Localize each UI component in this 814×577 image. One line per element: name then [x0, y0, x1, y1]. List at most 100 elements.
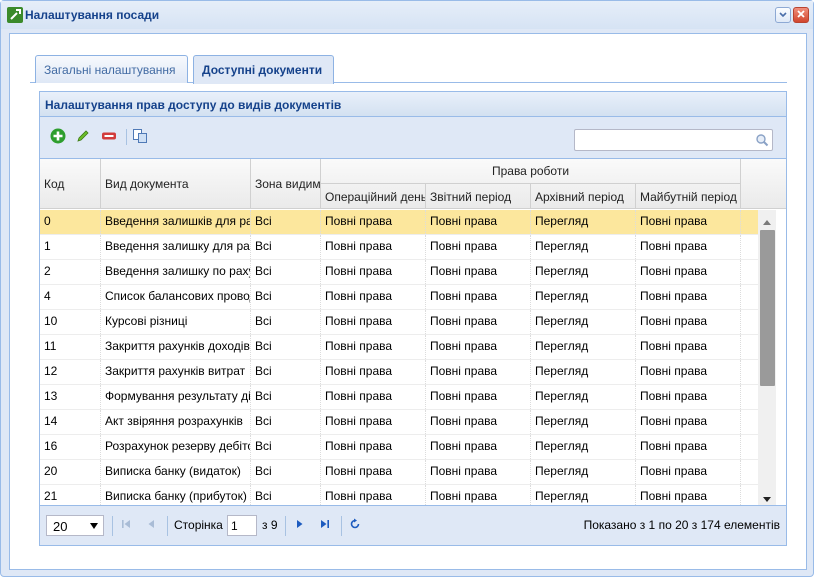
table-row[interactable]: 13Формування результату діяльностіВсіПов…: [40, 385, 758, 410]
cell-code: 1: [40, 235, 101, 259]
table-row[interactable]: 0Введення залишків для рахунківВсіПовні …: [40, 210, 758, 235]
edit-icon: [75, 128, 91, 147]
cell-operational: Повні права: [321, 410, 426, 434]
tab-general-settings[interactable]: Загальні налаштування: [35, 55, 188, 83]
cell-reporting: Повні права: [426, 210, 531, 234]
last-page-button[interactable]: [318, 518, 332, 532]
cell-archive: Перегляд: [531, 410, 636, 434]
scrollbar-thumb[interactable]: [760, 230, 775, 386]
table-row[interactable]: 16Розрахунок резерву дебіторівВсіПовні п…: [40, 435, 758, 460]
refresh-icon: [349, 518, 361, 533]
table-row[interactable]: 10 Курсові різниці Всі Повні права Повні пра…: [40, 310, 758, 335]
cell-code: 13: [40, 385, 101, 409]
table-row[interactable]: 20 Виписка банку (видаток) Всі Повні права П…: [40, 460, 758, 485]
page-size-select[interactable]: 20: [46, 515, 104, 536]
copy-icon: [132, 128, 148, 147]
table-row[interactable]: 4Список балансових проводокВсіПовні прав…: [40, 285, 758, 310]
cell-doc-type: Курсові різниці: [101, 310, 251, 334]
rights-group-header: Права роботи: [321, 159, 741, 184]
cell-doc-type: Введення залишку для рахунку: [101, 235, 251, 259]
col-reporting-header[interactable]: Звітний період: [426, 184, 531, 209]
cell-archive: Перегляд: [531, 235, 636, 259]
table-row[interactable]: 1Введення залишку для рахункуВсі Повні пр…: [40, 235, 758, 260]
pager-separator: [112, 516, 113, 536]
cell-operational: Повні права: [321, 310, 426, 334]
scroll-down-icon[interactable]: [762, 493, 772, 502]
cell-doc-type: Акт звіряння розрахунків: [101, 410, 251, 434]
cell-zone: Всі: [251, 235, 321, 259]
next-page-icon: [294, 518, 306, 533]
cell-operational: Повні права: [321, 385, 426, 409]
cell-doc-type: Розрахунок резерву дебіторів: [101, 435, 251, 459]
col-zone-header[interactable]: Зона видимості: [251, 159, 321, 209]
cell-future: Повні права: [636, 260, 741, 284]
cell-future: Повні права: [636, 435, 741, 459]
next-page-button[interactable]: [293, 518, 307, 532]
cell-future: Повні права: [636, 310, 741, 334]
panel-title: Налаштування прав доступу до видів докум…: [45, 98, 342, 112]
page-label: Сторінка: [174, 518, 223, 532]
last-page-icon: [319, 518, 331, 533]
cell-doc-type: Виписка банку (видаток): [101, 460, 251, 484]
add-button[interactable]: [48, 127, 68, 147]
cell-operational: Повні права: [321, 260, 426, 284]
first-page-button[interactable]: [119, 518, 133, 532]
col-doc-type-header[interactable]: Вид документа: [101, 159, 251, 209]
grid-rows: 0Введення залишків для рахунківВсіПовні …: [40, 210, 758, 505]
table-row[interactable]: 21 Виписка банку (прибуток) Всі Повні права…: [40, 485, 758, 505]
cell-code: 12: [40, 360, 101, 384]
tab-available-documents[interactable]: Доступні документи: [193, 55, 334, 84]
grid-scrollbar[interactable]: [758, 210, 776, 505]
page-total-label: з 9: [262, 518, 278, 532]
col-code-header[interactable]: Код: [40, 159, 101, 209]
col-archive-header[interactable]: Архівний період: [531, 184, 636, 209]
col-operational-header[interactable]: Операційний день: [321, 184, 426, 209]
refresh-button[interactable]: [348, 518, 362, 532]
cell-operational: Повні права: [321, 210, 426, 234]
cell-reporting: Повні права: [426, 360, 531, 384]
cell-zone: Всі: [251, 435, 321, 459]
cell-code: 14: [40, 410, 101, 434]
search-box[interactable]: [574, 129, 773, 151]
cell-archive: Перегляд: [531, 485, 636, 505]
search-icon[interactable]: [755, 133, 769, 147]
table-row[interactable]: 12 Закриття рахунків витрат Всі Повні права…: [40, 360, 758, 385]
cell-future: Повні права: [636, 485, 741, 505]
copy-button[interactable]: [130, 127, 150, 147]
cell-archive: Перегляд: [531, 310, 636, 334]
cell-operational: Повні права: [321, 460, 426, 484]
cell-future: Повні права: [636, 235, 741, 259]
edit-button[interactable]: [73, 127, 93, 147]
close-button[interactable]: [793, 7, 809, 23]
window-titlebar[interactable]: Налаштування посади: [1, 1, 813, 29]
cell-operational: Повні права: [321, 360, 426, 384]
cell-future: Повні права: [636, 210, 741, 234]
delete-icon: [101, 128, 117, 147]
cell-reporting: Повні права: [426, 460, 531, 484]
cell-code: 0: [40, 210, 101, 234]
prev-page-icon: [145, 518, 157, 533]
page-number-input[interactable]: [227, 515, 257, 536]
cell-zone: Всі: [251, 260, 321, 284]
prev-page-button[interactable]: [144, 518, 158, 532]
cell-operational: Повні права: [321, 285, 426, 309]
window-title: Налаштування посади: [25, 8, 160, 22]
scroll-up-icon[interactable]: [762, 215, 772, 225]
minimize-button[interactable]: [775, 7, 791, 23]
pager-separator: [285, 516, 286, 536]
cell-code: 4: [40, 285, 101, 309]
col-future-header[interactable]: Майбутній період: [636, 184, 741, 209]
pager-separator: [341, 516, 342, 536]
table-row[interactable]: 11 Закриття рахунків доходів Всі Повні прав…: [40, 335, 758, 360]
cell-zone: Всі: [251, 360, 321, 384]
table-row[interactable]: 2Введення залишку по рахункуВсіПовні пра…: [40, 260, 758, 285]
delete-button[interactable]: [99, 127, 119, 147]
cell-reporting: Повні права: [426, 485, 531, 505]
table-row[interactable]: 14 Акт звіряння розрахунків Всі Повні права…: [40, 410, 758, 435]
grid-header: Код Вид документа Зона видимості Права р…: [40, 159, 786, 209]
cell-future: Повні права: [636, 410, 741, 434]
cell-operational: Повні права: [321, 435, 426, 459]
cell-zone: Всі: [251, 485, 321, 505]
cell-zone: Всі: [251, 335, 321, 359]
cell-operational: Повні права: [321, 335, 426, 359]
